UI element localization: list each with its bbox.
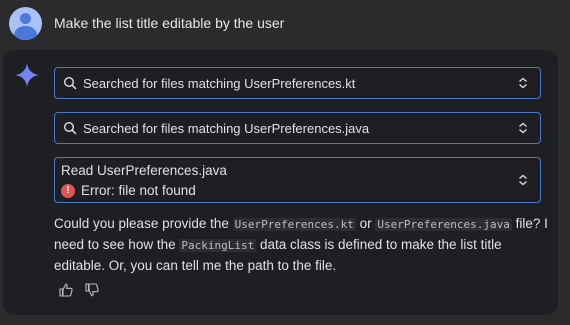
read-step-error: ! Error: file not found bbox=[61, 183, 196, 198]
reply-text: Could you please provide the bbox=[54, 216, 233, 231]
feedback-buttons bbox=[58, 282, 100, 298]
gemini-spark-icon bbox=[15, 63, 39, 87]
search-step-label: Searched for files matching UserPreferen… bbox=[83, 75, 356, 91]
search-icon bbox=[63, 76, 77, 90]
user-message-row: Make the list title editable by the user bbox=[9, 6, 284, 40]
read-file-step[interactable]: Read UserPreferences.java ! Error: file … bbox=[54, 157, 541, 203]
read-step-title: Read UserPreferences.java bbox=[61, 163, 227, 178]
search-step-label: Searched for files matching UserPreferen… bbox=[83, 120, 370, 136]
thumbs-down-icon[interactable] bbox=[84, 282, 100, 298]
read-step-error-text: Error: file not found bbox=[81, 183, 196, 198]
assistant-response-panel: Searched for files matching UserPreferen… bbox=[3, 50, 558, 315]
error-icon: ! bbox=[61, 183, 75, 198]
inline-code: UserPreferences.kt bbox=[232, 218, 356, 231]
search-step-kt[interactable]: Searched for files matching UserPreferen… bbox=[54, 67, 541, 99]
chevron-up-down-icon[interactable] bbox=[517, 77, 529, 89]
search-step-java[interactable]: Searched for files matching UserPreferen… bbox=[54, 112, 541, 144]
inline-code: UserPreferences.java bbox=[375, 218, 512, 231]
person-avatar-icon bbox=[9, 6, 42, 40]
search-icon bbox=[63, 121, 77, 135]
reply-text: or bbox=[355, 216, 376, 231]
thumbs-up-icon[interactable] bbox=[58, 282, 74, 298]
user-message-text: Make the list title editable by the user bbox=[54, 15, 285, 31]
chevron-up-down-icon[interactable] bbox=[517, 122, 529, 134]
assistant-reply-text: Could you please provide the UserPrefere… bbox=[54, 214, 549, 276]
chevron-up-down-icon[interactable] bbox=[517, 174, 529, 186]
inline-code: PackingList bbox=[179, 239, 257, 252]
